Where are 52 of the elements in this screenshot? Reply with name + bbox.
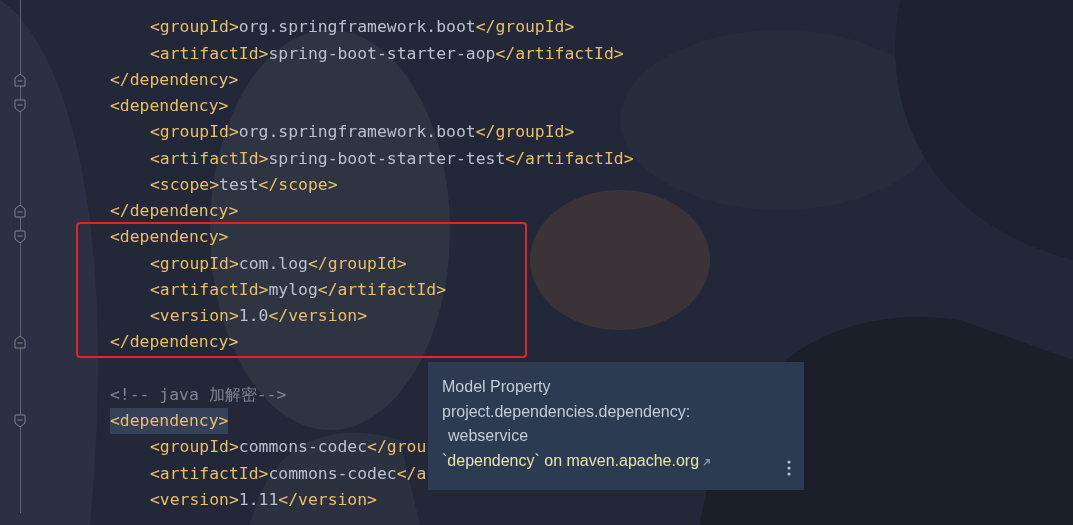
- code-token: </groupId>: [307, 253, 407, 273]
- code-token: </version>: [268, 306, 368, 325]
- fold-icon[interactable]: [14, 204, 26, 219]
- code-token: <dependency>: [110, 408, 229, 435]
- documentation-link[interactable]: `dependency` on maven.apache.org: [442, 448, 700, 473]
- code-token: </artifactId>: [495, 43, 624, 63]
- code-token: org.springframework.boot: [238, 17, 476, 37]
- code-token: <version>: [150, 306, 239, 325]
- code-token: <artifactId>: [150, 279, 269, 299]
- code-comment: <!-- java 加解密-->: [110, 383, 287, 406]
- code-token: </groupId>: [475, 17, 575, 37]
- code-token: commons-codec: [268, 463, 397, 483]
- code-token: spring-boot-starter-test: [268, 148, 506, 168]
- code-token: <artifactId>: [150, 148, 269, 168]
- code-token: </dependency>: [110, 68, 239, 91]
- code-token: commons-codec: [238, 437, 368, 457]
- code-token: </artifactId>: [505, 148, 634, 168]
- code-token: </groupId>: [475, 122, 575, 142]
- code-token: 1.11: [238, 489, 279, 509]
- code-token: <dependency>: [110, 95, 229, 117]
- code-token: spring-boot-starter-aop: [268, 43, 496, 63]
- code-token: </grou: [367, 437, 427, 457]
- fold-icon[interactable]: [14, 414, 26, 429]
- property-path: project.dependencies.dependency:: [442, 401, 692, 422]
- code-token: <groupId>: [150, 253, 239, 273]
- code-token: <version>: [150, 489, 239, 509]
- code-token: <groupId>: [150, 122, 239, 142]
- code-token: <artifactId>: [150, 43, 269, 63]
- code-token: <artifactId>: [150, 463, 269, 483]
- fold-icon[interactable]: [14, 99, 26, 114]
- tooltip-title: Model Property: [442, 377, 552, 397]
- code-token: <groupId>: [150, 17, 239, 37]
- fold-icon[interactable]: [14, 72, 26, 87]
- code-token: <dependency>: [110, 226, 229, 249]
- code-token: </dependency>: [110, 200, 239, 222]
- code-token: <scope>: [150, 174, 220, 194]
- code-token: </artifactId>: [317, 279, 447, 299]
- code-token: </version>: [278, 489, 377, 509]
- external-link-icon[interactable]: [702, 458, 712, 468]
- code-token: com.log: [238, 253, 308, 273]
- code-token: <groupId>: [150, 437, 239, 457]
- code-token: 1.0: [238, 306, 269, 325]
- code-token: </a: [396, 463, 427, 483]
- more-icon[interactable]: [787, 460, 791, 476]
- fold-icon[interactable]: [14, 335, 26, 350]
- code-token: </dependency>: [110, 331, 239, 354]
- fold-icon[interactable]: [14, 230, 26, 245]
- code-token: </scope>: [258, 174, 338, 194]
- code-token: org.springframework.boot: [238, 122, 476, 142]
- code-token: test: [219, 174, 259, 194]
- property-value: webservice: [447, 426, 530, 446]
- code-token: mylog: [268, 279, 318, 299]
